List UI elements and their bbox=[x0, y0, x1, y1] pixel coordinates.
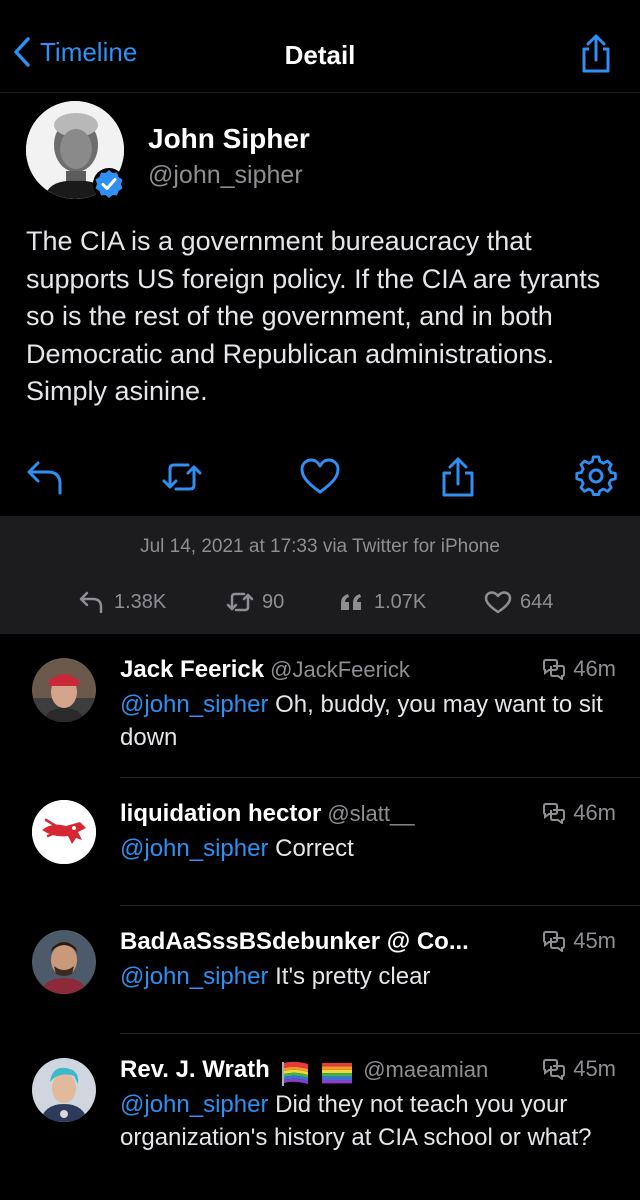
reply-time-value: 46m bbox=[573, 656, 616, 681]
retweet-count-value: 90 bbox=[262, 590, 285, 613]
reply-icon bbox=[79, 591, 103, 614]
share-button[interactable] bbox=[578, 34, 614, 79]
reply-text: @john_sipher Oh, buddy, you may want to … bbox=[120, 688, 610, 754]
reply-author-handle[interactable]: @JackFeerick bbox=[270, 657, 410, 682]
tweet-author[interactable]: John Sipher @john_sipher bbox=[26, 101, 626, 201]
tweet-stats: 1.38K 90 1.07K 644 bbox=[0, 590, 640, 620]
page-title: Detail bbox=[284, 40, 356, 70]
quote-count[interactable]: 1.07K bbox=[338, 590, 426, 614]
avatar[interactable] bbox=[32, 800, 96, 864]
share-tweet-button[interactable] bbox=[436, 455, 480, 499]
retweet-icon bbox=[226, 592, 254, 612]
avatar-image bbox=[32, 658, 96, 722]
mention-link[interactable]: @john_sipher bbox=[120, 963, 268, 990]
reply-time-value: 46m bbox=[573, 800, 616, 825]
reply-text: @john_sipher Did they not teach you your… bbox=[120, 1088, 610, 1154]
reply-time: 46m bbox=[541, 800, 616, 826]
heart-icon bbox=[484, 591, 512, 614]
tweet-date: Jul 14, 2021 at 17:33 via Twitter for iP… bbox=[140, 536, 500, 557]
reply-text: @john_sipher It's pretty clear bbox=[120, 960, 610, 993]
conversation-icon bbox=[543, 931, 566, 952]
tweet-actions bbox=[0, 455, 640, 505]
quote-count-value: 1.07K bbox=[374, 590, 427, 613]
share-icon bbox=[582, 34, 610, 73]
retweet-button[interactable] bbox=[160, 455, 204, 499]
navigation-bar: Timeline Detail bbox=[0, 0, 640, 93]
reply-time: 45m bbox=[541, 1056, 616, 1082]
reply-header: BadAaSssBSdebunker @ Co... 45m bbox=[120, 928, 616, 960]
reply-count[interactable]: 1.38K bbox=[78, 590, 166, 614]
rainbow-flag-icon bbox=[282, 1061, 309, 1086]
tweet-text: The CIA is a government bureaucracy that… bbox=[26, 226, 601, 406]
avatar[interactable] bbox=[32, 930, 96, 994]
reply-author-handle[interactable]: @slatt__ bbox=[327, 801, 414, 826]
reply-text-content: Correct bbox=[268, 835, 354, 862]
reply-time: 45m bbox=[541, 928, 616, 954]
avatar-image bbox=[32, 800, 96, 864]
list-item[interactable]: liquidation hector @slatt__ 46m @john_sip… bbox=[0, 778, 640, 906]
reply-author-name[interactable]: Rev. J. Wrath bbox=[120, 1056, 270, 1083]
like-button[interactable] bbox=[298, 455, 342, 499]
author-name[interactable]: John Sipher bbox=[148, 123, 310, 155]
mention-link[interactable]: @john_sipher bbox=[120, 1091, 268, 1118]
list-item[interactable]: BadAaSssBSdebunker @ Co... 45m @john_sip… bbox=[0, 906, 640, 1034]
gear-icon bbox=[575, 455, 617, 496]
like-count-value: 644 bbox=[520, 590, 554, 613]
reply-header: liquidation hector @slatt__ 46m bbox=[120, 800, 616, 832]
verified-badge-icon bbox=[93, 168, 125, 200]
reply-author-name[interactable]: Jack Feerick bbox=[120, 656, 264, 683]
reply-time-value: 45m bbox=[573, 928, 616, 953]
reply-time: 46m bbox=[541, 656, 616, 682]
conversation-icon bbox=[543, 803, 566, 824]
reply-author-name[interactable]: liquidation hector bbox=[120, 800, 321, 827]
retweet-icon bbox=[162, 463, 202, 491]
avatar-image bbox=[32, 1058, 96, 1122]
avatar[interactable] bbox=[32, 658, 96, 722]
reply-author-name[interactable]: BadAaSssBSdebunker @ Co... bbox=[120, 928, 469, 955]
conversation-icon bbox=[543, 659, 566, 680]
mention-link[interactable]: @john_sipher bbox=[120, 691, 268, 718]
mention-link[interactable]: @john_sipher bbox=[120, 835, 268, 862]
settings-button[interactable] bbox=[574, 455, 618, 499]
retweet-count[interactable]: 90 bbox=[226, 590, 284, 614]
reply-icon bbox=[27, 461, 62, 495]
avatar[interactable] bbox=[32, 1058, 96, 1122]
tweet-meta-panel: Jul 14, 2021 at 17:33 via Twitter for iP… bbox=[0, 516, 640, 634]
reply-text-content: It's pretty clear bbox=[268, 963, 431, 990]
quote-icon bbox=[341, 594, 361, 610]
list-item[interactable]: Jack Feerick @JackFeerick 46m @john_siphe… bbox=[0, 634, 640, 778]
share-icon bbox=[442, 457, 474, 497]
rainbow-flag-icon bbox=[321, 1062, 352, 1084]
conversation-icon bbox=[543, 1059, 566, 1080]
author-handle[interactable]: @john_sipher bbox=[148, 161, 303, 190]
list-item[interactable]: Rev. J. Wrath @maeamian 45m @john_sipher… bbox=[0, 1034, 640, 1200]
reply-time-value: 45m bbox=[573, 1056, 616, 1081]
heart-icon bbox=[300, 458, 340, 494]
reply-header: Rev. J. Wrath @maeamian 45m bbox=[120, 1056, 616, 1088]
reply-text: @john_sipher Correct bbox=[120, 832, 610, 865]
reply-header: Jack Feerick @JackFeerick 46m bbox=[120, 656, 616, 688]
reply-author-handle[interactable]: @maeamian bbox=[363, 1057, 488, 1082]
like-count[interactable]: 644 bbox=[484, 590, 553, 614]
avatar-image bbox=[32, 930, 96, 994]
reply-count-value: 1.38K bbox=[114, 590, 167, 613]
reply-button[interactable] bbox=[24, 455, 68, 499]
